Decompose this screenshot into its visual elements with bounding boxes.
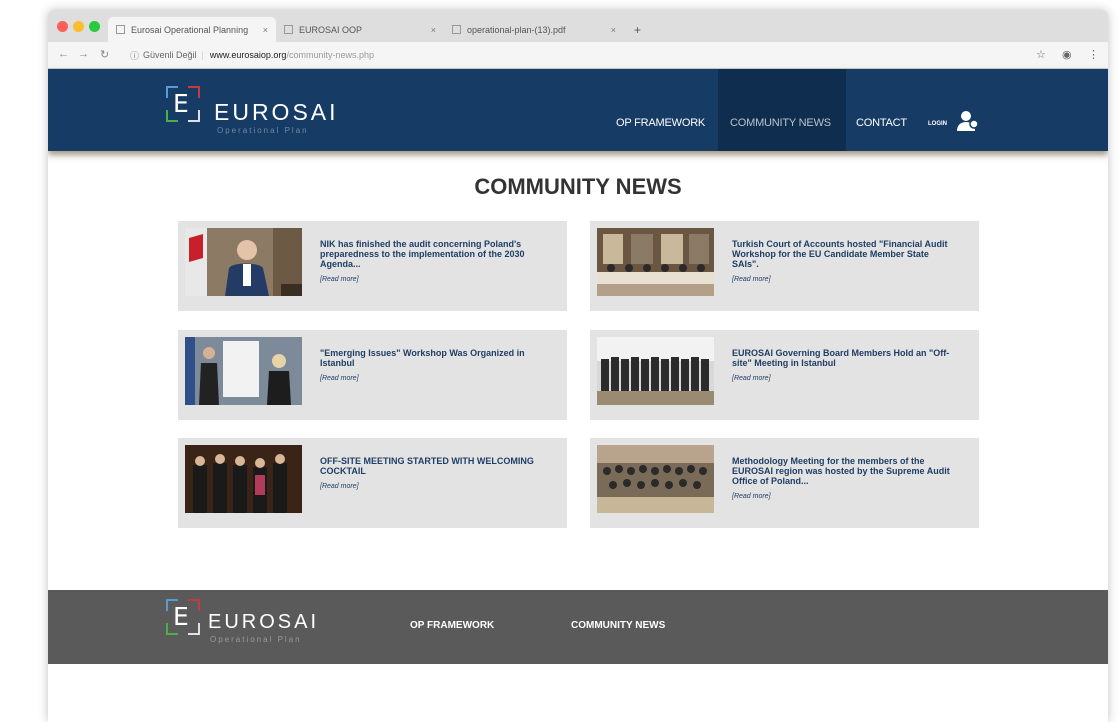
news-title-wrap: Methodology Meeting for the members of t… [732, 456, 957, 502]
browser-tab-eurosai-oop[interactable]: EUROSAI OOP × [276, 17, 444, 42]
news-title[interactable]: OFF-SITE MEETING STARTED WITH WELCOMING … [320, 456, 534, 476]
news-thumbnail [597, 228, 714, 296]
read-more-link[interactable]: [Read more] [320, 275, 545, 285]
news-card[interactable]: NIK has finished the audit concerning Po… [178, 221, 567, 311]
news-card[interactable]: EUROSAI Governing Board Members Hold an … [590, 330, 979, 420]
footer-link-op-framework[interactable]: OP FRAMEWORK [410, 620, 494, 631]
news-card[interactable]: OFF-SITE MEETING STARTED WITH WELCOMING … [178, 438, 567, 528]
browser-tab-eurosai-planning[interactable]: Eurosai Operational Planning × [108, 17, 276, 42]
url-field[interactable]: ⓘ Güvenli Değil | www.eurosaiop.org /com… [130, 46, 374, 64]
tab-label: operational-plan-(13).pdf [467, 24, 566, 35]
minimize-window-button[interactable] [73, 21, 84, 32]
news-title-wrap: OFF-SITE MEETING STARTED WITH WELCOMING … [320, 456, 545, 492]
footer-link-community-news[interactable]: COMMUNITY NEWS [571, 620, 665, 631]
page-icon [452, 25, 461, 34]
nav-op-framework[interactable]: OP FRAMEWORK [616, 117, 705, 129]
browser-window: Eurosai Operational Planning × EUROSAI O… [48, 10, 1108, 722]
news-card[interactable]: Turkish Court of Accounts hosted "Financ… [590, 221, 979, 311]
logo-letter: E [173, 89, 189, 118]
bookmark-star-icon[interactable]: ☆ [1036, 48, 1046, 61]
reload-icon[interactable]: ↻ [100, 48, 109, 61]
news-title-wrap: "Emerging Issues" Workshop Was Organized… [320, 348, 545, 384]
logo-subtitle: Operational Plan [210, 635, 302, 644]
close-tab-icon[interactable]: × [431, 25, 436, 35]
logo-wordmark: EUROSAI [214, 99, 339, 125]
page-title: COMMUNITY NEWS [474, 174, 682, 199]
maximize-window-button[interactable] [89, 21, 100, 32]
browser-tab-bar: Eurosai Operational Planning × EUROSAI O… [48, 10, 1108, 42]
favicon-icon [116, 25, 125, 34]
login-link[interactable]: LOGIN [928, 121, 947, 127]
read-more-link[interactable]: [Read more] [320, 374, 545, 384]
news-card[interactable]: "Emerging Issues" Workshop Was Organized… [178, 330, 567, 420]
active-nav-highlight [718, 69, 846, 151]
new-tab-button[interactable]: + [626, 17, 649, 42]
logo-letter: E [173, 602, 189, 631]
url-path: /community-news.php [286, 50, 374, 60]
read-more-link[interactable]: [Read more] [732, 492, 957, 502]
url-domain: www.eurosaiop.org [209, 50, 287, 60]
close-tab-icon[interactable]: × [263, 25, 268, 35]
read-more-link[interactable]: [Read more] [320, 482, 545, 492]
news-thumbnail [597, 445, 714, 513]
news-thumbnail [597, 337, 714, 405]
news-title[interactable]: "Emerging Issues" Workshop Was Organized… [320, 348, 525, 368]
security-label: Güvenli Değil [143, 50, 197, 60]
back-arrow-icon[interactable]: ← [58, 48, 69, 60]
logo-subtitle: Operational Plan [217, 126, 309, 135]
nav-community-news[interactable]: COMMUNITY NEWS [730, 117, 831, 129]
page-icon [284, 25, 293, 34]
read-more-link[interactable]: [Read more] [732, 374, 957, 384]
news-title-wrap: NIK has finished the audit concerning Po… [320, 239, 545, 285]
address-bar: ← → ↻ ⓘ Güvenli Değil | www.eurosaiop.or… [48, 42, 1108, 69]
news-title[interactable]: Turkish Court of Accounts hosted "Financ… [732, 239, 947, 269]
news-thumbnail [185, 337, 302, 405]
user-icon[interactable] [955, 109, 979, 133]
site-header: E EUROSAI Operational Plan OP FRAMEWORK … [48, 69, 1108, 151]
news-thumbnail [185, 228, 302, 296]
news-title[interactable]: Methodology Meeting for the members of t… [732, 456, 950, 486]
forward-arrow-icon[interactable]: → [78, 48, 89, 60]
news-card[interactable]: Methodology Meeting for the members of t… [590, 438, 979, 528]
logo-wordmark: EUROSAI [208, 611, 320, 633]
news-title-wrap: Turkish Court of Accounts hosted "Financ… [732, 239, 957, 285]
close-tab-icon[interactable]: × [611, 25, 616, 35]
separator: | [201, 50, 204, 60]
browser-tab-pdf[interactable]: operational-plan-(13).pdf × [444, 17, 624, 42]
nav-contact[interactable]: CONTACT [856, 117, 907, 129]
tab-label: Eurosai Operational Planning [131, 24, 249, 35]
read-more-link[interactable]: [Read more] [732, 275, 957, 285]
close-window-button[interactable] [57, 21, 68, 32]
news-title[interactable]: NIK has finished the audit concerning Po… [320, 239, 525, 269]
news-thumbnail [185, 445, 302, 513]
news-title[interactable]: EUROSAI Governing Board Members Hold an … [732, 348, 949, 368]
site-footer: E EUROSAI Operational Plan OP FRAMEWORK … [48, 590, 1108, 664]
extension-icon[interactable]: ◉ [1062, 48, 1072, 61]
tab-label: EUROSAI OOP [299, 24, 363, 35]
news-title-wrap: EUROSAI Governing Board Members Hold an … [732, 348, 957, 384]
info-icon[interactable]: ⓘ [130, 49, 139, 62]
menu-dots-icon[interactable]: ⋮ [1088, 48, 1099, 61]
